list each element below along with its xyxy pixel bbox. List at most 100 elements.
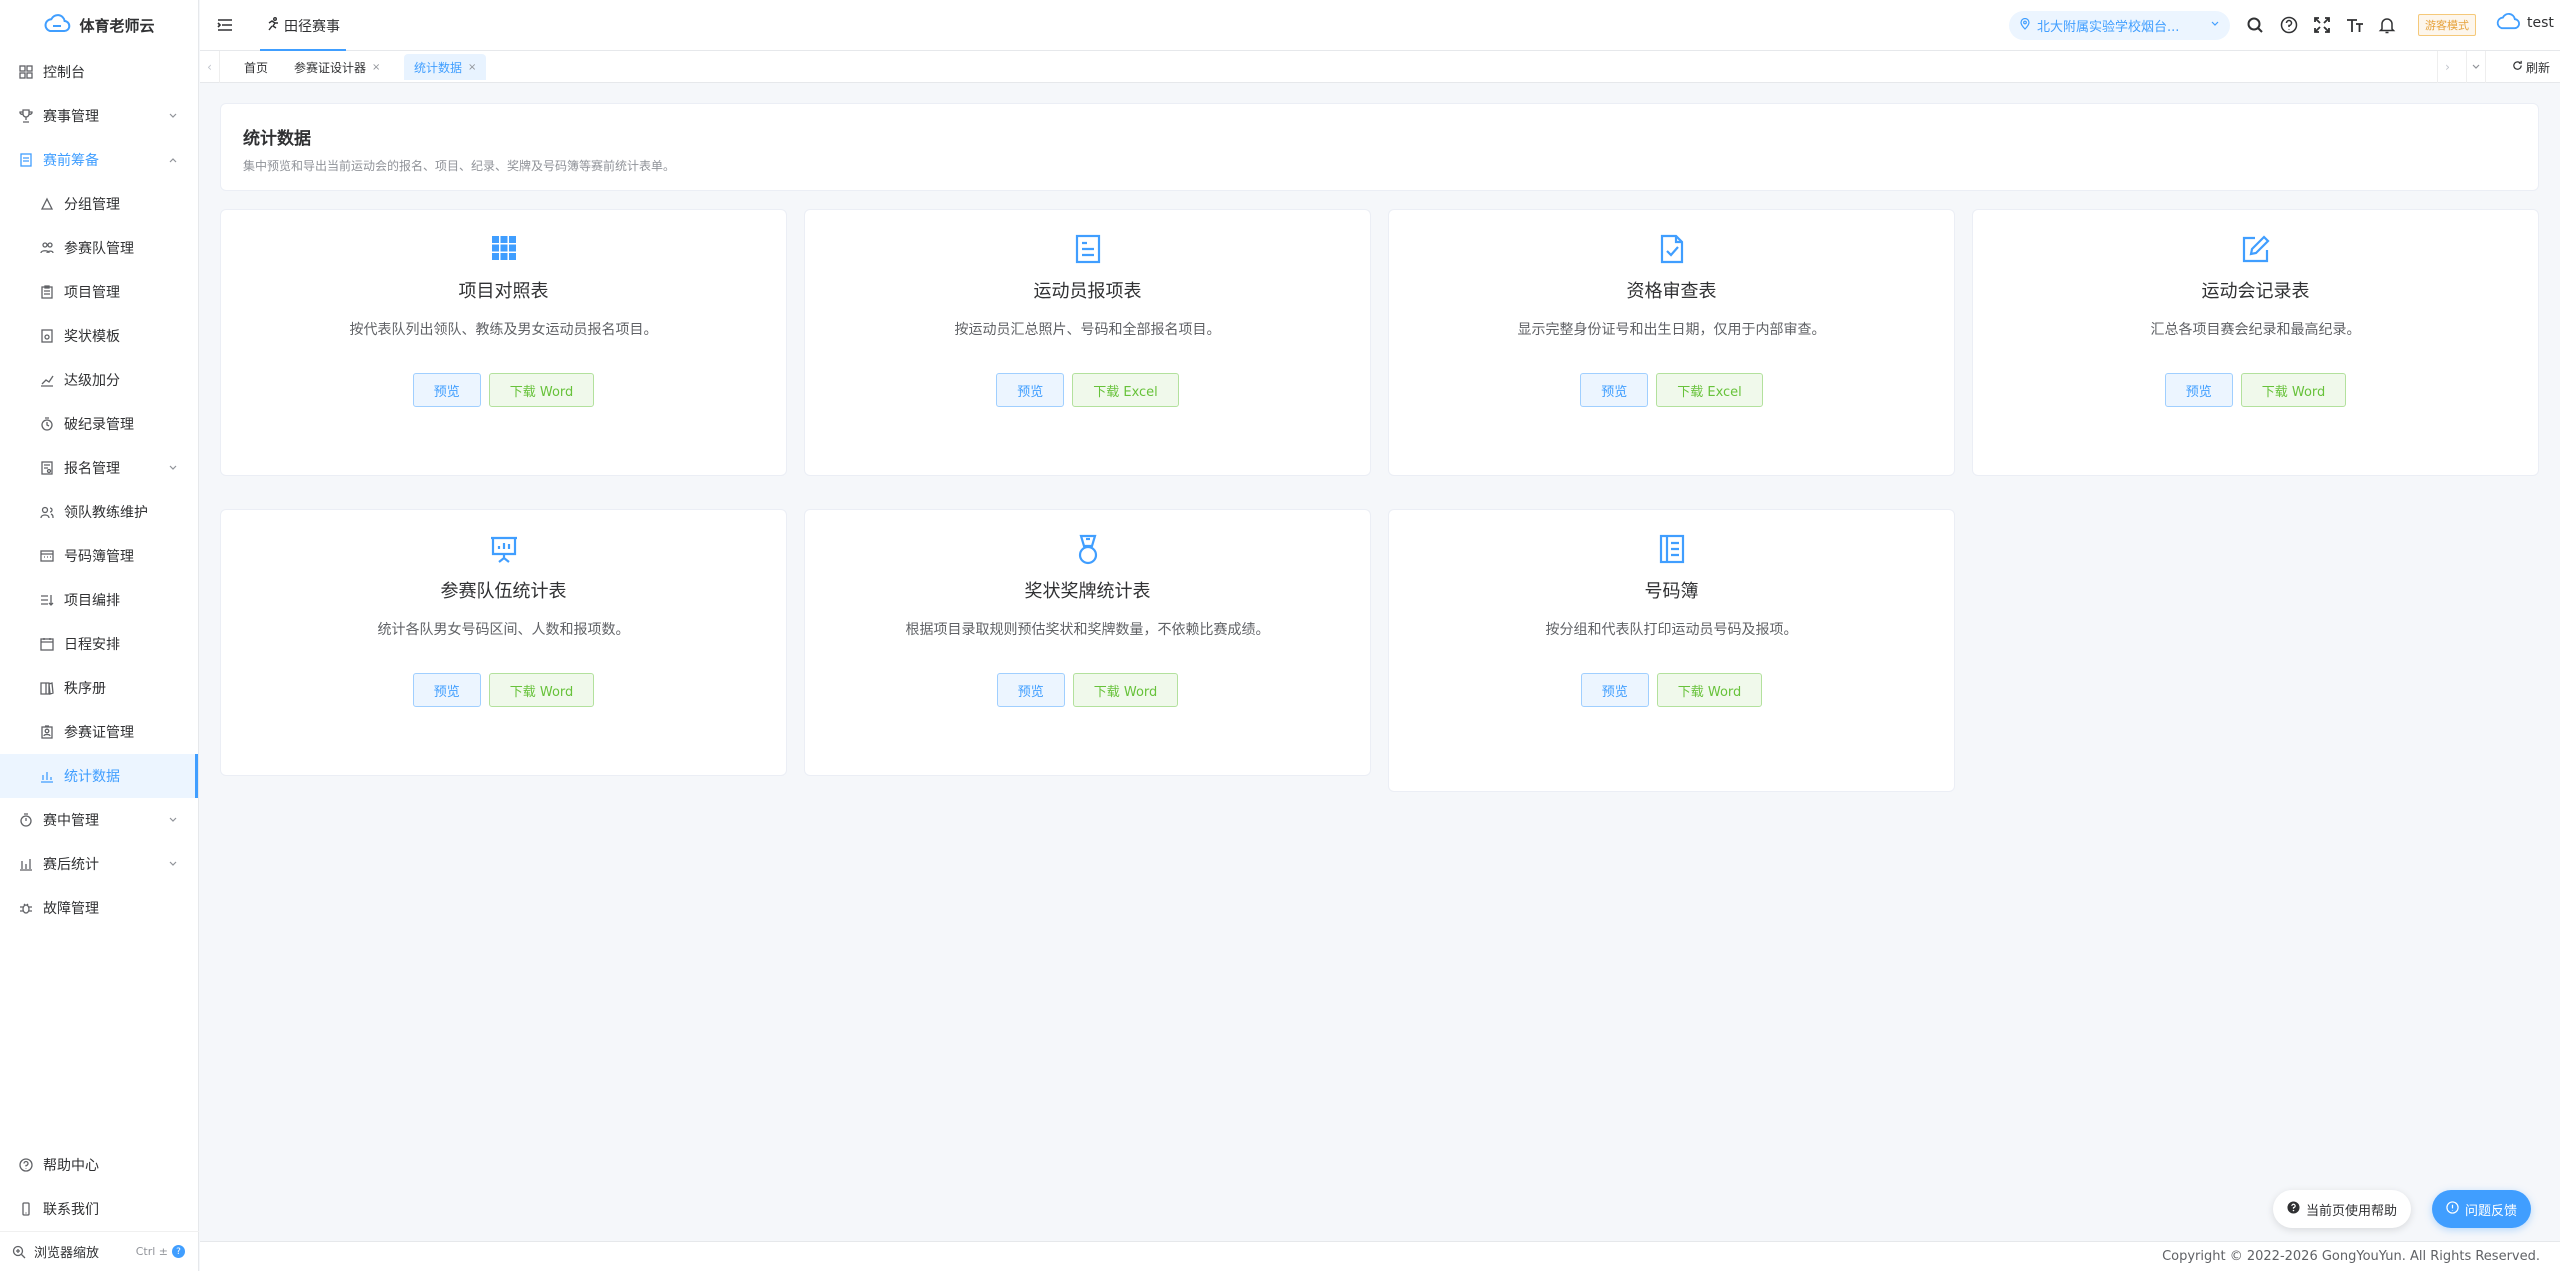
sidebar-item-in-event[interactable]: 赛中管理 xyxy=(0,798,198,842)
refresh-button[interactable]: 刷新 xyxy=(2512,51,2550,83)
top-tab-label: 田径赛事 xyxy=(284,18,340,35)
search-icon[interactable] xyxy=(2245,15,2265,35)
book-icon xyxy=(39,680,55,696)
zoom-hint: Ctrl ± ? xyxy=(136,1245,185,1258)
calendar-icon xyxy=(39,636,55,652)
sidebar-item-event-management[interactable]: 赛事管理 xyxy=(0,94,198,138)
school-name: 北大附属实验学校烟台... xyxy=(2037,20,2180,35)
sidebar-item-label: 项目编排 xyxy=(64,593,120,609)
report-card-athlete-entries: 运动员报项表 按运动员汇总照片、号码和全部报名项目。 预览 下载 Excel xyxy=(804,209,1371,476)
preview-button[interactable]: 预览 xyxy=(412,673,481,707)
sidebar-item-fault-management[interactable]: 故障管理 xyxy=(0,886,198,930)
sidebar-item-project-management[interactable]: 项目管理 xyxy=(0,270,198,314)
sidebar-item-schedule[interactable]: 日程安排 xyxy=(0,622,198,666)
copyright: Copyright © 2022-2026 GongYouYun. All Ri… xyxy=(2162,1249,2540,1264)
question-circle-icon xyxy=(2287,1200,2300,1218)
record-icon xyxy=(39,416,55,432)
card-actions: 预览 下载 Excel xyxy=(1389,373,1954,407)
tab-statistics[interactable]: 统计数据 × xyxy=(404,54,487,80)
bug-icon xyxy=(18,900,34,916)
sidebar-item-coach-maintenance[interactable]: 领队教练维护 xyxy=(0,490,198,534)
intro-panel: 统计数据 集中预览和导出当前运动会的报名、项目、纪录、奖牌及号码簿等赛前统计表单… xyxy=(220,103,2539,191)
feedback-label: 问题反馈 xyxy=(2465,1203,2518,1219)
notebook-icon xyxy=(1389,534,1954,564)
sidebar-item-level-bonus[interactable]: 达级加分 xyxy=(0,358,198,402)
brand-name: 体育老师云 xyxy=(79,16,155,35)
top-tab-track-field[interactable]: 田径赛事 xyxy=(260,0,346,51)
sidebar-menu: 控制台 赛事管理 赛前筹备 分组管理 参赛队管理 项目管理 奖状模板 达级加分 … xyxy=(0,50,198,930)
school-selector[interactable]: 北大附属实验学校烟台... xyxy=(2009,11,2230,40)
dashboard-icon xyxy=(18,64,34,80)
preview-button[interactable]: 预览 xyxy=(1580,673,1649,707)
preview-button[interactable]: 预览 xyxy=(1580,373,1649,407)
clipboard-icon xyxy=(39,284,55,300)
footer: Copyright © 2022-2026 GongYouYun. All Ri… xyxy=(200,1241,2560,1271)
tab-badge-designer[interactable]: 参赛证设计器 × xyxy=(284,54,390,80)
bar-chart-icon xyxy=(18,856,34,872)
card-title: 运动会记录表 xyxy=(2201,281,2310,302)
user-menu[interactable]: test xyxy=(2495,12,2554,34)
card-actions: 预览 下载 Excel xyxy=(805,373,1370,407)
trophy-icon xyxy=(18,108,34,124)
zoom-label: 浏览器缩放 xyxy=(34,1246,100,1261)
sidebar-item-dashboard[interactable]: 控制台 xyxy=(0,50,198,94)
page-help-button[interactable]: 当前页使用帮助 xyxy=(2273,1190,2412,1228)
sidebar-item-statistics[interactable]: 统计数据 xyxy=(0,754,198,798)
download-excel-button[interactable]: 下载 Excel xyxy=(1072,373,1179,407)
runner-icon xyxy=(266,16,280,35)
download-word-button[interactable]: 下载 Word xyxy=(488,373,595,407)
sidebar-item-pre-event[interactable]: 赛前筹备 xyxy=(0,138,198,182)
card-title: 奖状奖牌统计表 xyxy=(1024,581,1151,602)
font-size-icon[interactable] xyxy=(2345,15,2365,35)
sidebar-item-post-event[interactable]: 赛后统计 xyxy=(0,842,198,886)
sidebar-item-certificate-template[interactable]: 奖状模板 xyxy=(0,314,198,358)
close-icon[interactable]: × xyxy=(372,62,380,73)
sidebar: 体育老师云 控制台 赛事管理 赛前筹备 分组管理 参赛队管理 项目管理 奖状模板… xyxy=(0,0,199,1271)
notification-bell-icon[interactable] xyxy=(2377,15,2397,35)
sidebar-item-signup-management[interactable]: 报名管理 xyxy=(0,446,198,490)
help-icon[interactable] xyxy=(2279,15,2299,35)
card-description: 根据项目录取规则预估奖状和奖牌数量，不依赖比赛成绩。 xyxy=(905,622,1270,638)
sidebar-item-badge-management[interactable]: 参赛证管理 xyxy=(0,710,198,754)
download-word-button[interactable]: 下载 Word xyxy=(1072,673,1179,707)
browser-zoom[interactable]: 浏览器缩放 Ctrl ± ? xyxy=(0,1231,199,1271)
username: test xyxy=(2527,15,2554,31)
card-actions: 预览 下载 Word xyxy=(1973,373,2538,407)
preview-button[interactable]: 预览 xyxy=(996,673,1065,707)
contact-us-link[interactable]: 联系我们 xyxy=(0,1187,199,1231)
preview-button[interactable]: 预览 xyxy=(412,373,481,407)
preview-button[interactable]: 预览 xyxy=(2164,373,2233,407)
sidebar-item-group-management[interactable]: 分组管理 xyxy=(0,182,198,226)
close-icon[interactable]: × xyxy=(468,62,476,73)
menu-toggle-icon[interactable] xyxy=(216,16,234,34)
sidebar-item-label: 领队教练维护 xyxy=(64,505,148,521)
tabs-scroll-right-icon[interactable]: › xyxy=(2437,51,2457,83)
feedback-button[interactable]: 问题反馈 xyxy=(2432,1190,2532,1228)
sidebar-item-bib-management[interactable]: 号码簿管理 xyxy=(0,534,198,578)
tab-label: 参赛证设计器 xyxy=(294,60,367,75)
sidebar-item-record-management[interactable]: 破纪录管理 xyxy=(0,402,198,446)
refresh-icon xyxy=(2512,60,2523,74)
sidebar-item-program-book[interactable]: 秩序册 xyxy=(0,666,198,710)
sidebar-item-team-management[interactable]: 参赛队管理 xyxy=(0,226,198,270)
fullscreen-icon[interactable] xyxy=(2312,15,2332,35)
sidebar-item-label: 达级加分 xyxy=(64,373,120,389)
tab-label: 统计数据 xyxy=(414,60,463,75)
help-center-link[interactable]: 帮助中心 xyxy=(0,1143,199,1187)
report-card-eligibility: 资格审查表 显示完整身份证号和出生日期，仅用于内部审查。 预览 下载 Excel xyxy=(1388,209,1955,476)
sidebar-item-project-arrangement[interactable]: 项目编排 xyxy=(0,578,198,622)
refresh-label: 刷新 xyxy=(2525,60,2550,75)
question-icon[interactable]: ? xyxy=(172,1245,185,1258)
download-word-button[interactable]: 下载 Word xyxy=(1656,673,1763,707)
brand-logo[interactable]: 体育老师云 xyxy=(0,0,198,50)
chevron-down-icon xyxy=(2210,18,2220,33)
tab-home[interactable]: 首页 xyxy=(234,54,278,80)
top-header: 田径赛事 北大附属实验学校烟台... 游客模式 test xyxy=(200,0,2560,51)
tabs-dropdown-icon[interactable] xyxy=(2466,51,2486,83)
download-word-button[interactable]: 下载 Word xyxy=(488,673,595,707)
download-excel-button[interactable]: 下载 Excel xyxy=(1656,373,1763,407)
download-word-button[interactable]: 下载 Word xyxy=(2240,373,2347,407)
tabs-scroll-left-icon[interactable]: ‹ xyxy=(200,51,220,83)
preview-button[interactable]: 预览 xyxy=(996,373,1065,407)
presentation-icon xyxy=(221,534,786,564)
